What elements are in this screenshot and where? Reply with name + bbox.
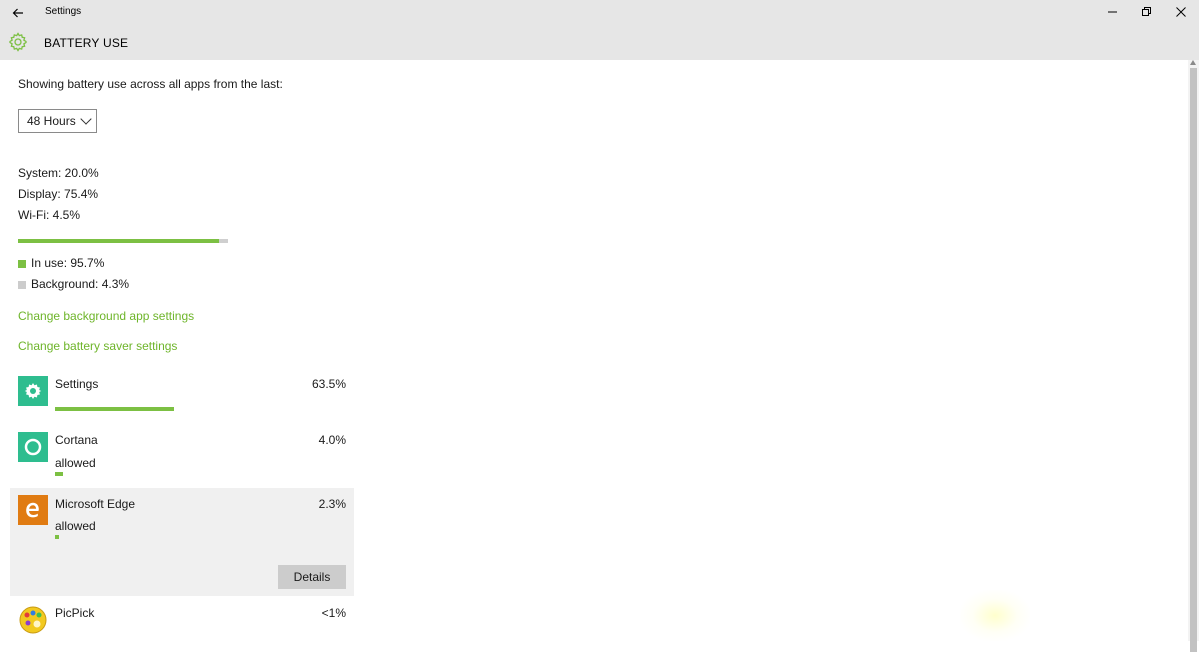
period-dropdown-value: 48 Hours	[27, 114, 76, 128]
showing-label: Showing battery use across all apps from…	[18, 77, 283, 91]
minimize-icon	[1108, 11, 1117, 13]
stat-wifi: Wi-Fi: 4.5%	[18, 208, 81, 222]
page-header: BATTERY USE	[0, 26, 1199, 60]
usage-bar	[18, 239, 228, 243]
minimize-button[interactable]	[1096, 0, 1130, 24]
app-percent: 2.3%	[318, 497, 346, 511]
app-name: Cortana	[55, 433, 98, 447]
window-title: Settings	[45, 6, 82, 17]
app-name: Microsoft Edge	[55, 497, 136, 511]
app-row-cortana[interactable]: Cortana 4.0% allowed	[10, 426, 354, 481]
picpick-palette-icon	[18, 605, 48, 635]
legend-label-in-use: In use: 95.7%	[31, 256, 105, 270]
scrollbar-thumb[interactable]	[1190, 68, 1197, 652]
app-percent: <1%	[321, 606, 346, 620]
decorative-glow	[960, 590, 1030, 641]
app-usage-bar	[55, 535, 59, 539]
back-button[interactable]	[8, 3, 28, 23]
legend-in-use: In use: 95.7%	[18, 256, 104, 270]
app-row-picpick[interactable]: PicPick <1%	[10, 598, 354, 641]
restore-button[interactable]	[1130, 0, 1164, 24]
settings-gear-icon	[18, 376, 48, 406]
chevron-down-icon	[80, 113, 92, 125]
title-bar: Settings	[0, 0, 1199, 26]
app-percent: 4.0%	[318, 433, 346, 447]
app-status: allowed	[55, 456, 96, 470]
app-row-microsoft-edge[interactable]: Microsoft Edge 2.3% allowed Details	[10, 488, 354, 596]
gear-icon	[9, 32, 27, 52]
legend-swatch-background	[18, 281, 26, 289]
stat-display: Display: 75.4%	[18, 187, 99, 201]
change-background-app-settings-link[interactable]: Change background app settings	[18, 309, 194, 323]
close-icon	[1176, 7, 1186, 17]
edge-icon	[18, 495, 48, 525]
app-percent: 63.5%	[311, 377, 346, 391]
app-usage-bar	[55, 407, 174, 411]
usage-bar-fill	[18, 239, 219, 243]
app-name: Settings	[55, 377, 99, 391]
close-button[interactable]	[1164, 0, 1198, 24]
app-usage-bar	[55, 472, 63, 476]
main-content: Showing battery use across all apps from…	[0, 60, 1188, 641]
back-arrow-icon	[12, 8, 23, 18]
stat-system: System: 20.0%	[18, 166, 99, 180]
change-battery-saver-settings-link[interactable]: Change battery saver settings	[18, 339, 177, 353]
restore-icon	[1142, 7, 1151, 16]
app-name: PicPick	[55, 606, 95, 620]
details-button[interactable]: Details	[278, 565, 346, 589]
cortana-circle-icon	[18, 432, 48, 462]
legend-background: Background: 4.3%	[18, 277, 129, 291]
period-dropdown[interactable]: 48 Hours	[18, 109, 97, 133]
page-title: BATTERY USE	[44, 36, 129, 50]
scrollbar[interactable]	[1188, 60, 1199, 652]
scroll-up-arrow-icon[interactable]	[1190, 60, 1196, 65]
legend-swatch-in-use	[18, 260, 26, 268]
app-status: allowed	[55, 519, 96, 533]
legend-label-background: Background: 4.3%	[31, 277, 130, 291]
app-row-settings[interactable]: Settings 63.5%	[10, 370, 354, 420]
